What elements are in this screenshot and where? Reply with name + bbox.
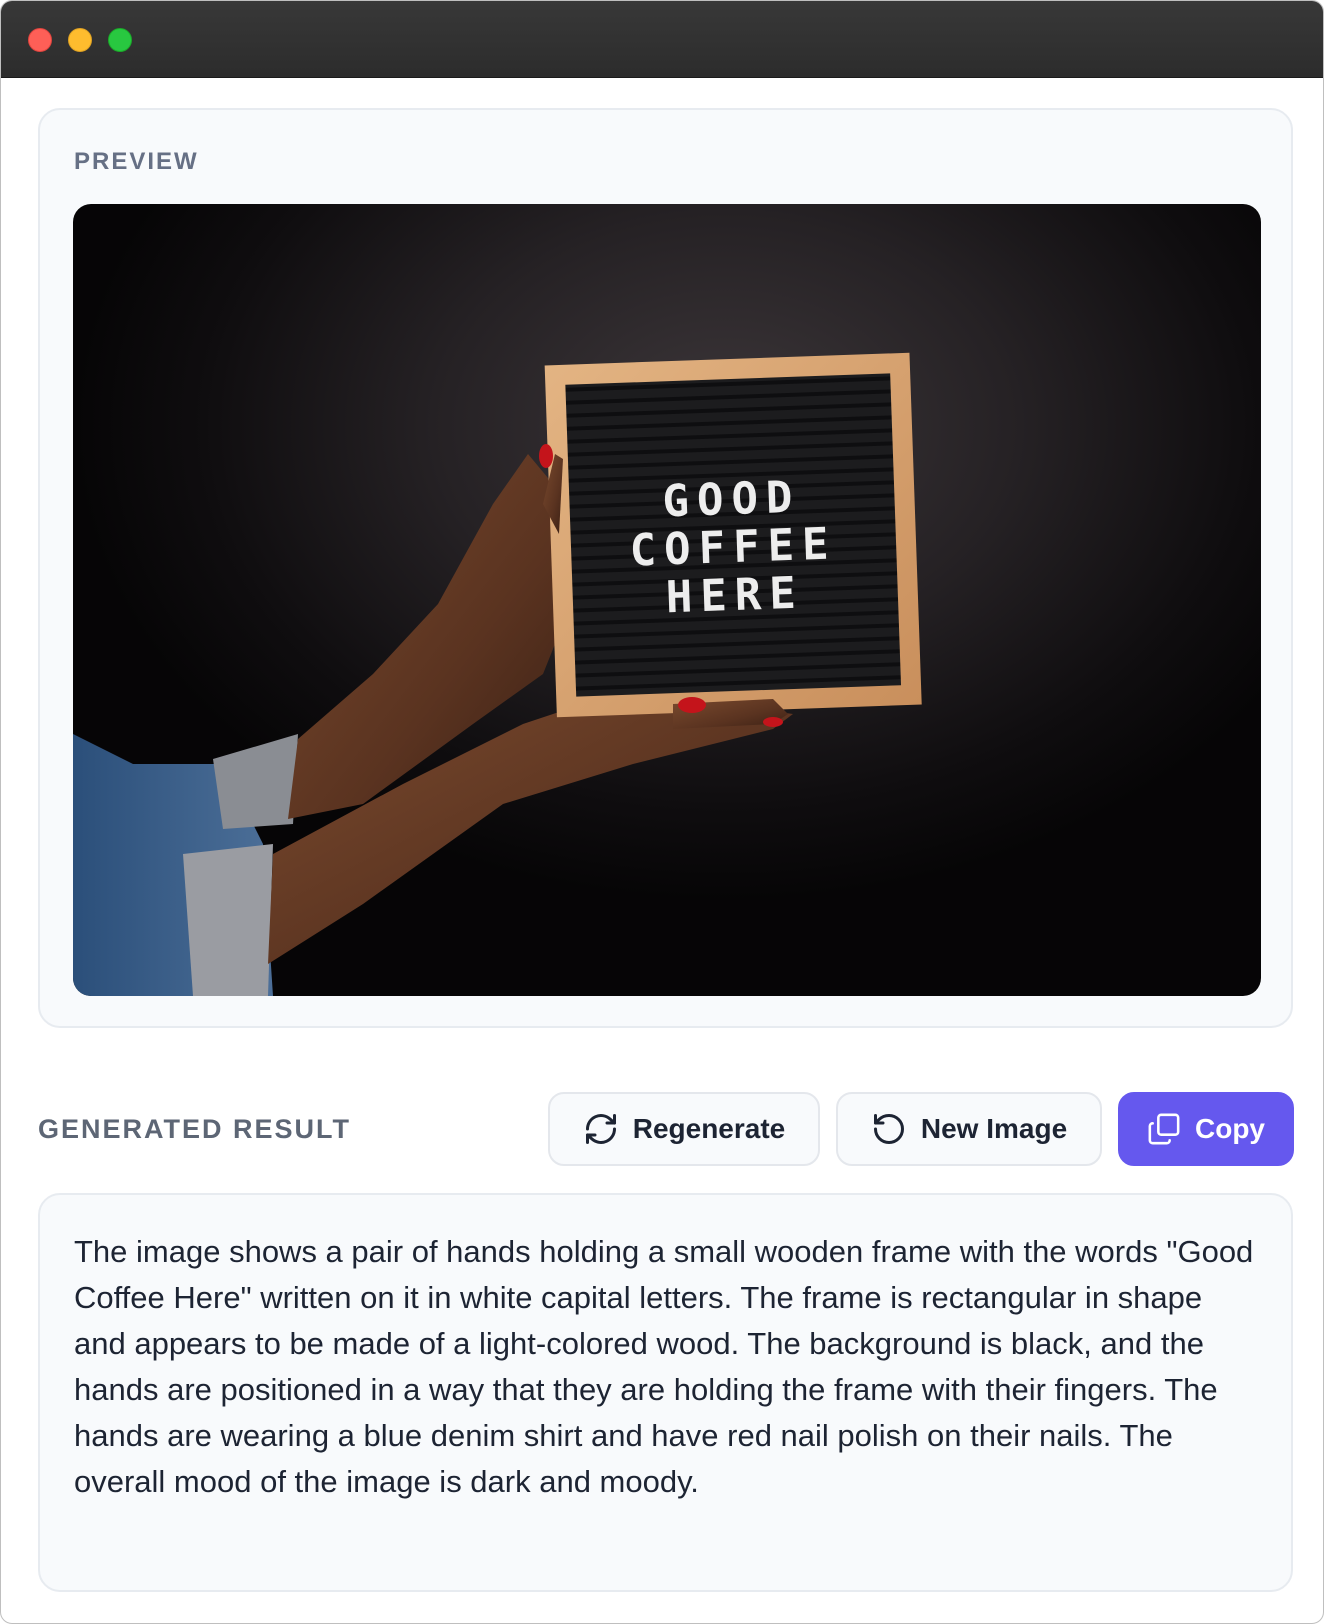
- copy-button[interactable]: Copy: [1118, 1092, 1294, 1166]
- copy-icon: [1147, 1112, 1181, 1146]
- minimize-window-button[interactable]: [68, 28, 92, 52]
- preview-card: PREVIEW GOOD COFFEE HERE: [38, 108, 1293, 1028]
- zoom-window-button[interactable]: [108, 28, 132, 52]
- refresh-icon: [583, 1111, 619, 1147]
- generated-result-text: The image shows a pair of hands holding …: [74, 1234, 1254, 1499]
- rotate-ccw-icon: [871, 1111, 907, 1147]
- regenerate-button-label: Regenerate: [632, 1113, 786, 1144]
- preview-label: PREVIEW: [74, 148, 199, 175]
- letterboard-line-1: GOOD: [662, 472, 802, 528]
- copy-button-label: Copy: [1195, 1113, 1265, 1144]
- regenerate-button[interactable]: Regenerate: [548, 1092, 820, 1166]
- letterboard-line-3: HERE: [665, 568, 805, 624]
- title-bar: [1, 1, 1323, 78]
- new-image-button-label: New Image: [920, 1113, 1068, 1144]
- app-window: PREVIEW GOOD COFFEE HERE GENERATED RESUL…: [0, 0, 1324, 1624]
- generated-result-label: GENERATED RESULT: [38, 1114, 352, 1144]
- preview-image: GOOD COFFEE HERE: [73, 204, 1261, 996]
- result-card: The image shows a pair of hands holding …: [38, 1193, 1293, 1592]
- letterboard-line-2: COFFEE: [629, 518, 838, 576]
- new-image-button[interactable]: New Image: [836, 1092, 1102, 1166]
- close-window-button[interactable]: [28, 28, 52, 52]
- letterboard-photo: GOOD COFFEE HERE: [73, 352, 922, 996]
